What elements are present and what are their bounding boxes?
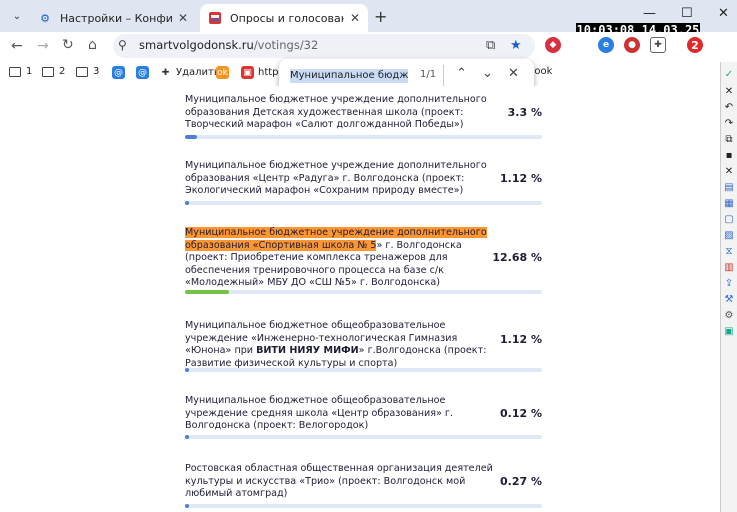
candidate-name: Муниципальное бюджетное учреждение допол… — [185, 94, 487, 131]
url-text[interactable]: smartvolgodonsk.ru/votings/32 — [139, 38, 318, 52]
window-icon[interactable]: ▦ — [724, 199, 734, 209]
candidate-name: Муниципальное бюджетное общеобразователь… — [185, 395, 454, 432]
bookmark-ok[interactable]: ok — [216, 66, 233, 79]
folder-icon — [9, 66, 21, 77]
list-item: Ростовская областная общественная органи… — [185, 463, 545, 508]
new-tab-button[interactable]: + — [374, 7, 387, 26]
extension-icon[interactable]: ● — [624, 37, 640, 53]
close-icon[interactable]: ✕ — [724, 167, 734, 177]
extensions-puzzle-icon[interactable]: ✚ — [650, 37, 666, 53]
close-window-button[interactable]: ✕ — [718, 6, 729, 21]
progress-fill — [185, 504, 190, 508]
bookmark-folder-3[interactable]: 3 — [76, 66, 99, 77]
tab-title: Настройки – Конфиденциальн — [60, 11, 172, 25]
vote-percent: 0.27 % — [500, 475, 542, 488]
picture-icon[interactable]: ▨ — [724, 231, 734, 241]
list-item: Муниципальное бюджетное общеобразователь… — [185, 395, 545, 439]
frame-icon[interactable]: ▢ — [724, 215, 734, 225]
progress-bar — [185, 290, 542, 294]
maximize-button[interactable]: ☐ — [681, 6, 693, 21]
bookmark-folder-1[interactable]: 1 — [9, 66, 32, 77]
extension-icon[interactable]: ◆ — [545, 37, 561, 53]
list-item: Муниципальное бюджетное учреждение допол… — [185, 94, 545, 139]
save-icon[interactable]: ▪ — [724, 151, 734, 161]
bookmark-mail-2[interactable]: @ — [136, 66, 153, 79]
forward-button[interactable]: → — [37, 38, 49, 54]
at-icon: @ — [112, 66, 125, 79]
site-favicon-icon — [208, 11, 222, 25]
redo-icon[interactable]: ↷ — [724, 119, 734, 129]
gear-icon: ⚙ — [40, 11, 50, 25]
find-close-button[interactable]: ✕ — [508, 66, 519, 81]
progress-bar — [185, 368, 542, 372]
undo-icon[interactable]: ↶ — [724, 103, 734, 113]
tab-title: Опросы и голосования | Умн — [230, 11, 344, 25]
site-info-icon[interactable]: ⚲ — [118, 38, 127, 52]
bookmark-https[interactable]: ▣ https — [241, 66, 284, 79]
leaf-icon[interactable]: ✓ — [724, 70, 734, 80]
at-icon: @ — [136, 66, 149, 79]
tool-icon[interactable]: ⚒ — [724, 295, 734, 305]
link-icon[interactable]: ⧖ — [724, 247, 734, 257]
progress-bar — [185, 504, 542, 508]
divider — [443, 65, 444, 87]
progress-fill — [185, 290, 230, 294]
reload-button[interactable]: ↻ — [62, 37, 74, 53]
upload-icon[interactable]: ⇪ — [724, 279, 734, 289]
candidate-name: Ростовская областная общественная органи… — [185, 463, 493, 500]
extension-icon[interactable]: e — [598, 37, 614, 53]
document-icon[interactable]: ▥ — [724, 263, 734, 273]
voting-results: Муниципальное бюджетное учреждение допол… — [0, 86, 720, 512]
vote-percent: 1.12 % — [500, 333, 542, 346]
bookmark-folder-2[interactable]: 2 — [42, 66, 65, 77]
progress-bar — [185, 435, 542, 439]
vote-percent: 12.68 % — [492, 251, 542, 264]
vote-percent: 3.3 % — [507, 106, 542, 119]
find-input[interactable]: Муниципальное бюджетное у — [290, 69, 408, 83]
ok-icon: ok — [216, 66, 229, 79]
find-result-count: 1/1 — [420, 69, 437, 80]
puzzle-icon: ✚ — [161, 67, 170, 78]
list-item: Муниципальное бюджетное общеобразователь… — [185, 320, 545, 372]
progress-bar — [185, 135, 542, 139]
folder-icon — [42, 66, 54, 77]
close-icon[interactable]: ✕ — [724, 87, 734, 97]
candidate-name: Муниципальное бюджетное общеобразователь… — [185, 320, 487, 369]
bookmark-star-icon[interactable]: ★ — [510, 38, 522, 53]
copy-icon[interactable]: ⧉ — [724, 135, 734, 145]
vote-percent: 0.12 % — [500, 407, 542, 420]
app-icon[interactable]: ▣ — [724, 327, 734, 337]
translate-icon[interactable]: ⧉ — [486, 38, 495, 53]
settings-icon[interactable]: ⚙ — [724, 311, 734, 321]
folder-icon — [76, 66, 88, 77]
progress-fill — [185, 368, 190, 372]
tab-votings[interactable]: Опросы и голосования | Умн ✕ — [200, 4, 368, 32]
progress-bar — [185, 201, 542, 205]
progress-fill — [185, 201, 190, 205]
bookmark-mail-1[interactable]: @ — [112, 66, 129, 79]
bookmark-delete[interactable]: ✚ Удалить — [159, 66, 220, 79]
candidate-name: Муниципальное бюджетное учреждение допол… — [185, 160, 487, 197]
site-icon: ▣ — [241, 66, 254, 79]
candidate-name: Муниципальное бюджетное учреждение допол… — [185, 227, 487, 289]
find-next-button[interactable]: ⌄ — [482, 66, 493, 81]
tab-settings[interactable]: ⚙ Настройки – Конфиденциальн ✕ — [30, 4, 196, 32]
list-item: Муниципальное бюджетное учреждение допол… — [185, 160, 545, 205]
back-button[interactable]: ← — [11, 38, 23, 54]
list-item: Муниципальное бюджетное учреждение допол… — [185, 227, 545, 294]
close-icon[interactable]: ✕ — [178, 11, 188, 25]
progress-fill — [185, 135, 197, 139]
home-button[interactable]: ⌂ — [88, 37, 97, 53]
vote-percent: 1.12 % — [500, 172, 542, 185]
progress-fill — [185, 435, 190, 439]
window-icon[interactable]: ▤ — [724, 183, 734, 193]
find-previous-button[interactable]: ⌃ — [456, 66, 467, 81]
minimize-button[interactable]: — — [643, 6, 656, 21]
close-icon[interactable]: ✕ — [350, 11, 360, 25]
tab-search-icon[interactable]: ⌄ — [8, 8, 26, 24]
profile-badge[interactable]: 2 — [687, 37, 703, 53]
